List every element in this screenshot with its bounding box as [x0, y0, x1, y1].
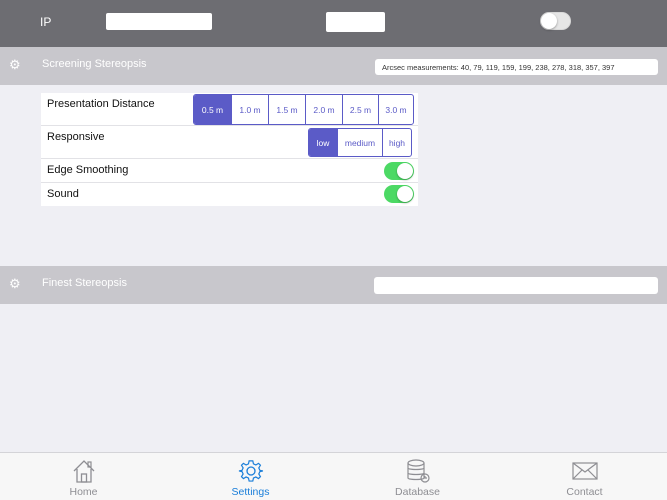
screening-settings-panel: Presentation Distance 0.5 m 1.0 m 1.5 m 2.0…	[41, 93, 418, 206]
sound-switch[interactable]	[384, 185, 414, 203]
distance-option-1[interactable]: 1.0 m	[231, 95, 268, 124]
tab-settings-label: Settings	[231, 486, 270, 498]
connection-toggle[interactable]	[540, 12, 571, 30]
sound-row: Sound	[41, 183, 418, 206]
screening-title: Screening Stereopsis	[42, 58, 147, 70]
distance-option-5[interactable]: 3.0 m	[378, 95, 413, 124]
tab-database-label: Database	[395, 486, 440, 498]
tab-settings[interactable]: Settings	[167, 453, 334, 500]
presentation-distance-label: Presentation Distance	[47, 98, 155, 110]
switch-knob	[397, 186, 413, 202]
presentation-distance-control[interactable]: 0.5 m 1.0 m 1.5 m 2.0 m 2.5 m 3.0 m	[193, 94, 414, 125]
tab-contact-label: Contact	[566, 486, 603, 498]
edge-smoothing-switch[interactable]	[384, 162, 414, 180]
switch-knob	[397, 163, 413, 179]
responsive-option-2[interactable]: high	[382, 129, 411, 156]
arcsec-measurements-field: Arcsec measurements: 40, 79, 119, 159, 1…	[375, 59, 658, 75]
presentation-distance-row: Presentation Distance 0.5 m 1.0 m 1.5 m 2.0…	[41, 93, 418, 126]
database-icon	[406, 459, 430, 483]
finest-value-field	[374, 277, 658, 294]
envelope-icon	[571, 462, 598, 480]
tab-database[interactable]: Database	[334, 453, 501, 500]
distance-option-0[interactable]: 0.5 m	[194, 95, 231, 124]
distance-option-4[interactable]: 2.5 m	[342, 95, 378, 124]
port-input[interactable]	[326, 12, 385, 32]
responsive-row: Responsive low medium high	[41, 126, 418, 159]
edge-smoothing-row: Edge Smoothing	[41, 159, 418, 183]
gear-icon[interactable]: ⚙	[9, 58, 21, 71]
distance-option-3[interactable]: 2.0 m	[305, 95, 342, 124]
tab-contact[interactable]: Contact	[501, 453, 667, 500]
responsive-option-0[interactable]: low	[309, 129, 337, 156]
tab-home[interactable]: Home	[0, 453, 167, 500]
gear-icon	[238, 460, 263, 482]
responsive-control[interactable]: low medium high	[308, 128, 412, 157]
finest-title: Finest Stereopsis	[42, 277, 127, 289]
screening-section-header: ⚙ Screening Stereopsis Arcsec measuremen…	[0, 47, 667, 85]
gear-icon[interactable]: ⚙	[9, 277, 21, 290]
finest-section-header: ⚙ Finest Stereopsis	[0, 266, 667, 304]
home-icon	[73, 460, 94, 483]
responsive-label: Responsive	[47, 131, 105, 143]
responsive-option-1[interactable]: medium	[337, 129, 382, 156]
ip-input[interactable]	[106, 13, 212, 30]
ip-label: IP	[40, 15, 52, 29]
tab-home-label: Home	[69, 486, 98, 498]
edge-smoothing-label: Edge Smoothing	[47, 164, 129, 176]
sound-label: Sound	[47, 188, 79, 200]
toggle-knob	[541, 13, 557, 29]
tab-bar: Home Settings Database Contact	[0, 452, 667, 500]
top-bar: IP	[0, 0, 667, 47]
distance-option-2[interactable]: 1.5 m	[268, 95, 305, 124]
